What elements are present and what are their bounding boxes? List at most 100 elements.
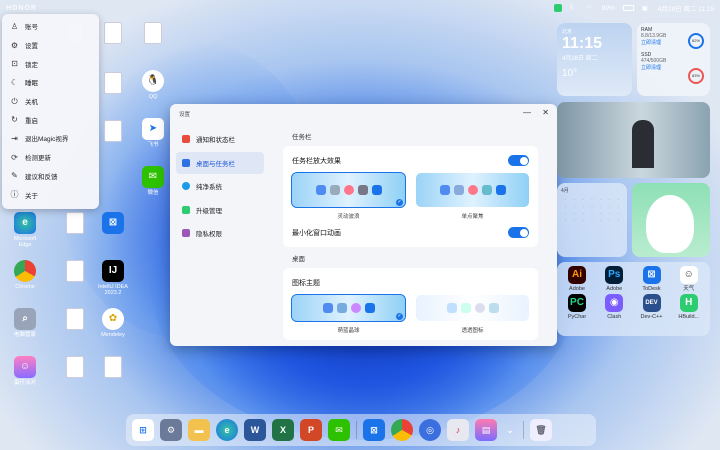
desktop-icon-chrome[interactable]: Chrome <box>8 260 42 290</box>
nav-item-notifications[interactable]: 通知和状态栏 <box>176 128 264 150</box>
notification-icon[interactable]: ▣ <box>642 4 650 12</box>
desktop-icon-edge[interactable]: e Microsoft Edge <box>8 212 42 248</box>
file-explorer-icon[interactable]: ▬ <box>188 419 210 441</box>
windows-start-icon[interactable]: ⊞ <box>132 419 154 441</box>
weather-date: 4月28日 周二 <box>562 56 598 62</box>
nav-item-pure-system[interactable]: 纯净系统 <box>176 175 264 197</box>
document-icon <box>66 212 84 234</box>
desktop-icon-pcmanager[interactable]: ⌕ 电脑管家 <box>8 308 42 338</box>
app-adobe-ps[interactable]: Ps Adobe <box>596 266 632 292</box>
desktop-icon-wechat[interactable]: ✉ 微信 <box>136 166 170 196</box>
desktop-file[interactable] <box>96 120 130 144</box>
app-weather[interactable]: ☺ 天气 <box>671 266 707 292</box>
app-devcpp[interactable]: DEV Dev-C++ <box>634 294 670 320</box>
menu-item-about[interactable]: ⓘ 关于 <box>2 185 99 204</box>
desktop-file[interactable] <box>58 212 92 236</box>
menu-item-shutdown[interactable]: ⏻ 关机 <box>2 92 99 111</box>
transparent-theme-preview <box>416 295 529 321</box>
document-icon <box>66 308 84 330</box>
desktop-file[interactable] <box>58 260 92 284</box>
menu-item-sleep[interactable]: ☾ 睡眠 <box>2 73 99 92</box>
store-icon[interactable]: ▤ <box>475 419 497 441</box>
storage-widget[interactable]: RAM 8.8/13.9GB 立即清理 62% SSD 474/500GB 立即… <box>637 23 710 96</box>
theme-option-transparent[interactable]: 透透图标 <box>416 295 529 334</box>
todesk-icon: ⊠ <box>102 212 124 234</box>
word-icon[interactable]: W <box>244 419 266 441</box>
shield-icon[interactable] <box>553 4 562 12</box>
chevron-down-icon[interactable]: ⌄ <box>503 419 517 441</box>
desktop-file[interactable] <box>136 22 170 46</box>
desktop-icon-qq[interactable]: 🐧 QQ <box>136 70 170 100</box>
pycharm-icon: PC <box>568 294 586 312</box>
excel-icon[interactable]: X <box>272 419 294 441</box>
weather-widget[interactable]: 北京 11:15 4月28日 周二 10° <box>557 23 632 96</box>
privacy-icon <box>182 229 190 237</box>
info-icon: ⓘ <box>10 190 19 200</box>
desktop-file[interactable] <box>96 22 130 46</box>
todesk-icon: ⊠ <box>642 266 661 284</box>
menu-item-check-update[interactable]: ⟳ 检测更新 <box>2 148 99 167</box>
nav-item-desktop-taskbar[interactable]: 桌面与任务栏 <box>176 151 264 174</box>
photo-widget[interactable] <box>557 102 710 178</box>
edge-taskbar-icon[interactable]: e <box>216 419 238 441</box>
apps-widget: Ai Adobe Ps Adobe ⊠ ToDesk ☺ 天气 PC PyChar ◉ Cl… <box>557 262 710 336</box>
pet-widget[interactable] <box>632 183 710 257</box>
wifi-icon[interactable]: ◠ <box>586 4 594 12</box>
desktop-file[interactable] <box>58 308 92 332</box>
minimize-anim-toggle[interactable] <box>508 227 529 238</box>
brand-logo: HONOR <box>6 4 38 12</box>
focus-preview <box>416 173 529 207</box>
upgrade-icon <box>182 205 190 214</box>
app-icon <box>495 185 506 195</box>
battery-icon[interactable] <box>622 5 634 11</box>
menu-item-restart[interactable]: ↻ 重启 <box>2 110 99 129</box>
menu-item-settings[interactable]: ⚙ 设置 <box>2 36 99 55</box>
gear-icon: ⚙ <box>10 40 19 50</box>
browser-icon[interactable]: ◎ <box>419 419 441 441</box>
nav-item-privacy[interactable]: 隐私权限 <box>176 222 264 244</box>
nav-item-upgrade[interactable]: 升级管理 <box>176 199 264 221</box>
desktop-icon-eggy[interactable]: ☺ 蛋仔派对 <box>8 356 42 386</box>
desktop-file[interactable] <box>58 356 92 380</box>
taskbar-magnify-toggle[interactable] <box>508 155 529 166</box>
document-icon <box>104 356 122 378</box>
style-option-wave[interactable]: 灵动波浪 <box>291 172 406 220</box>
wechat-icon: ✉ <box>142 166 164 188</box>
bluetooth-icon[interactable]: ᛒ <box>570 4 578 12</box>
desktop-icon-feishu[interactable]: ➤ 飞书 <box>136 118 170 148</box>
desktop-file[interactable] <box>96 72 130 96</box>
system-tray: ᛒ ◠ 99% ▣ 4月28日 周二 11:15 <box>553 3 714 13</box>
desktop-file[interactable] <box>96 356 130 380</box>
calendar-widget[interactable]: 4月 · · · · · · · · · · · · · · · · · · · · · · · · · · · · <box>557 183 627 257</box>
app-pycharm[interactable]: PC PyChar <box>559 294 595 320</box>
battery-percent[interactable]: 99% <box>602 5 615 12</box>
eggy-party-icon: ☺ <box>14 356 36 378</box>
wechat-taskbar-icon[interactable]: ✉ <box>328 419 350 441</box>
restart-icon: ↻ <box>11 115 18 125</box>
section-taskbar: 任务栏 <box>292 134 312 141</box>
app-todesk[interactable]: ⊠ ToDesk <box>634 266 670 292</box>
icon-theme-label: 图标主题 <box>292 279 320 287</box>
style-option-focus[interactable]: 单点聚焦 <box>416 173 529 220</box>
edge-icon: e <box>14 212 36 234</box>
close-button[interactable]: ✕ <box>542 108 549 117</box>
powerpoint-icon[interactable]: P <box>300 419 322 441</box>
desktop-icon-todesk[interactable]: ⊠ <box>96 212 130 236</box>
settings-app-icon[interactable]: ⚙ <box>160 419 182 441</box>
menu-item-feedback[interactable]: ✎ 建议和反馈 <box>2 167 99 186</box>
desktop-icon-mendeley[interactable]: ✿ Mendeley <box>96 308 130 338</box>
menu-item-account[interactable]: ♙ 账号 <box>2 17 99 36</box>
todesk-taskbar-icon[interactable]: ⊠ <box>363 419 385 441</box>
app-hbuilder[interactable]: H HBuild... <box>671 294 707 320</box>
recycle-bin-icon[interactable]: 🗑 <box>530 419 552 441</box>
menu-item-exit-magic[interactable]: ⇥ 退出Magic视界 <box>2 129 99 148</box>
menu-item-lock[interactable]: ⊡ 锁定 <box>2 54 99 73</box>
chrome-taskbar-icon[interactable] <box>391 419 413 441</box>
app-taskbar-icon[interactable]: ♪ <box>447 419 469 441</box>
tray-datetime[interactable]: 4月28日 周二 11:15 <box>658 3 714 13</box>
desktop-icon-idea[interactable]: IJ IntelliJ IDEA 2023.2 <box>96 260 130 296</box>
app-clash[interactable]: ◉ Clash <box>596 294 632 320</box>
theme-option-blue[interactable]: 萌蓝晶球 <box>291 294 406 334</box>
minimize-button[interactable]: — <box>523 108 531 117</box>
app-adobe-ai[interactable]: Ai Adobe <box>559 266 595 292</box>
